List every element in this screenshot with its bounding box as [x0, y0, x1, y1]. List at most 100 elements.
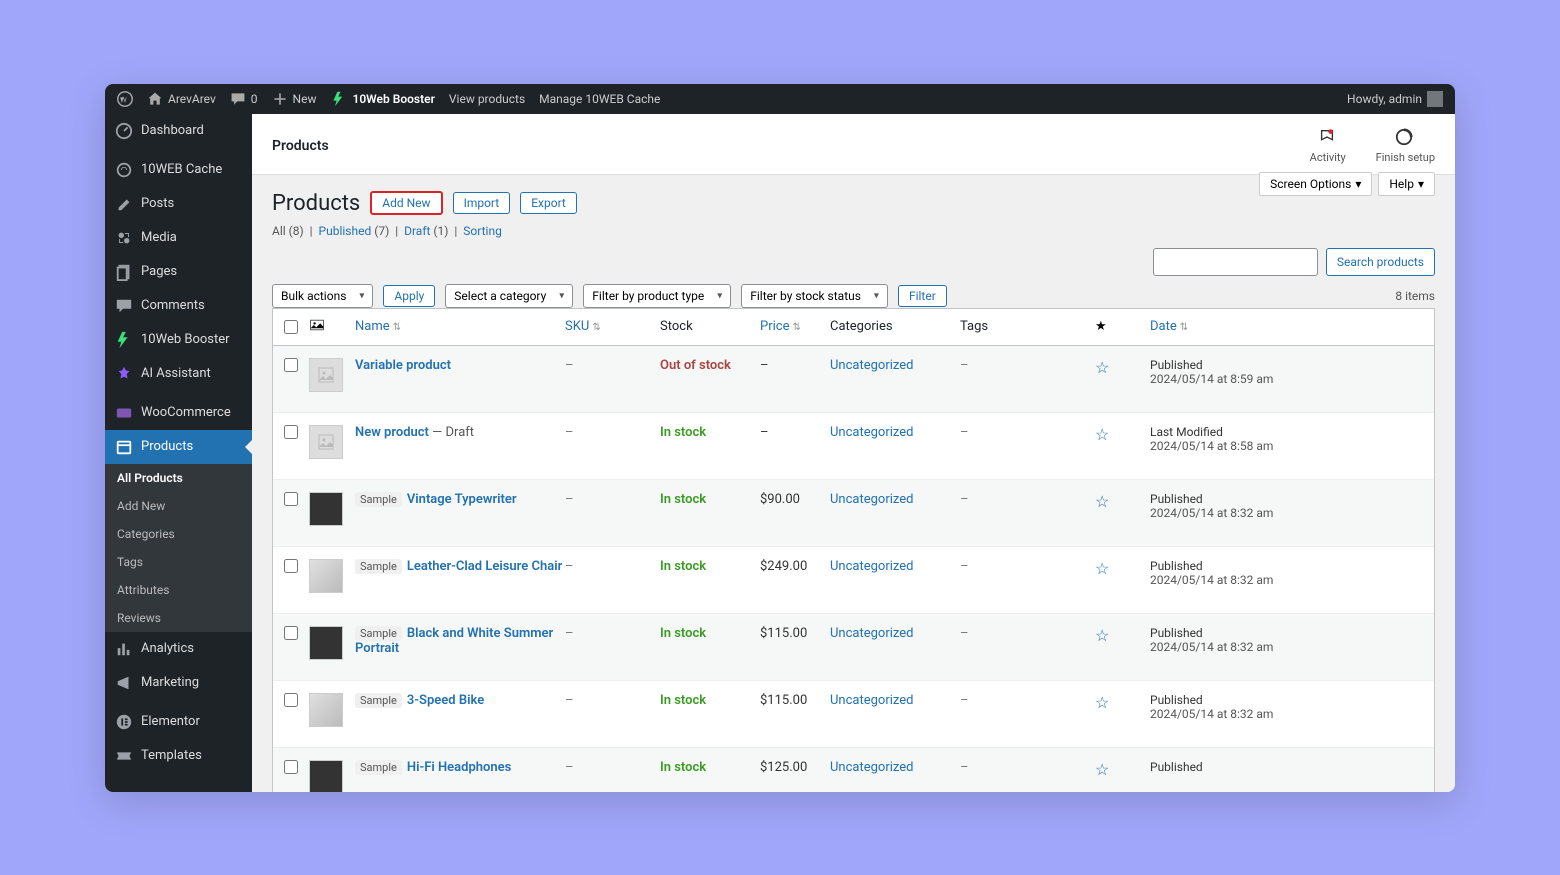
product-thumbnail[interactable] [309, 760, 343, 792]
finish-setup-button[interactable]: Finish setup [1376, 128, 1435, 164]
nav-dashboard[interactable]: Dashboard [105, 114, 252, 148]
setup-icon [1395, 128, 1415, 148]
product-thumbnail[interactable] [309, 559, 343, 593]
new-button[interactable]: New [272, 91, 317, 107]
category-link[interactable]: Uncategorized [830, 358, 960, 373]
category-filter[interactable]: Select a category [445, 284, 573, 308]
product-thumbnail[interactable] [309, 693, 343, 727]
nav-pages[interactable]: Pages [105, 255, 252, 289]
help-tab[interactable]: Help ▾ [1378, 172, 1435, 196]
sample-badge: Sample [355, 492, 402, 507]
row-checkbox[interactable] [284, 425, 298, 439]
product-name-link[interactable]: Leather-Clad Leisure Chair [407, 559, 562, 574]
apply-button[interactable]: Apply [383, 285, 435, 307]
featured-toggle[interactable]: ☆ [1095, 492, 1150, 511]
date-cell: Published2024/05/14 at 8:32 am [1150, 693, 1424, 721]
product-thumbnail[interactable] [309, 626, 343, 660]
activity-button[interactable]: Activity [1310, 128, 1346, 164]
category-link[interactable]: Uncategorized [830, 626, 960, 641]
screen-options-tab[interactable]: Screen Options ▾ [1259, 172, 1372, 196]
submenu-add-new[interactable]: Add New [105, 492, 252, 520]
date-cell: Published2024/05/14 at 8:32 am [1150, 492, 1424, 520]
add-new-button[interactable]: Add New [370, 191, 442, 215]
stock-cell: In stock [660, 425, 760, 440]
import-button[interactable]: Import [453, 192, 511, 214]
status-filter-row: All (8) | Published (7) | Draft (1) | So… [272, 224, 1435, 238]
category-link[interactable]: Uncategorized [830, 425, 960, 440]
product-name-link[interactable]: Vintage Typewriter [407, 492, 517, 507]
admin-toolbar: ArevArev 0 New 10Web Booster View produc… [105, 84, 1455, 114]
nav-10web-cache[interactable]: 10WEB Cache [105, 153, 252, 187]
nav-comments[interactable]: Comments [105, 289, 252, 323]
export-button[interactable]: Export [520, 192, 577, 214]
submenu-tags[interactable]: Tags [105, 548, 252, 576]
nav-media[interactable]: Media [105, 221, 252, 255]
view-products-link[interactable]: View products [449, 92, 525, 106]
filter-sorting[interactable]: Sorting [463, 224, 502, 238]
nav-elementor[interactable]: Elementor [105, 705, 252, 739]
header-title: Products [272, 138, 329, 154]
search-button[interactable]: Search products [1326, 248, 1435, 276]
featured-toggle[interactable]: ☆ [1095, 760, 1150, 779]
site-link[interactable]: ArevArev [147, 91, 216, 107]
filter-draft[interactable]: Draft (1) [404, 224, 448, 238]
select-all-checkbox[interactable] [284, 320, 298, 334]
product-thumbnail[interactable] [309, 492, 343, 526]
manage-cache-link[interactable]: Manage 10WEB Cache [539, 92, 660, 106]
featured-toggle[interactable]: ☆ [1095, 693, 1150, 712]
product-thumbnail[interactable] [309, 358, 343, 392]
product-name-link[interactable]: 3-Speed Bike [407, 693, 484, 708]
featured-toggle[interactable]: ☆ [1095, 626, 1150, 645]
nav-posts[interactable]: Posts [105, 187, 252, 221]
howdy-link[interactable]: Howdy, admin [1347, 91, 1443, 107]
col-sku[interactable]: SKU [565, 319, 660, 334]
nav-woocommerce[interactable]: WooCommerce [105, 396, 252, 430]
category-link[interactable]: Uncategorized [830, 693, 960, 708]
nav-templates[interactable]: Templates [105, 739, 252, 773]
submenu-reviews[interactable]: Reviews [105, 604, 252, 632]
search-input[interactable] [1153, 248, 1318, 276]
submenu-all-products[interactable]: All Products [105, 464, 252, 492]
bulk-actions-select[interactable]: Bulk actions [272, 284, 373, 308]
comments-link[interactable]: 0 [230, 91, 258, 107]
col-date[interactable]: Date [1150, 319, 1424, 334]
sku-cell: – [565, 492, 660, 507]
featured-toggle[interactable]: ☆ [1095, 358, 1150, 377]
submenu-attributes[interactable]: Attributes [105, 576, 252, 604]
nav-ai-assistant[interactable]: AI Assistant [105, 357, 252, 391]
product-name-link[interactable]: New product [355, 425, 429, 440]
col-price[interactable]: Price [760, 319, 830, 334]
category-link[interactable]: Uncategorized [830, 492, 960, 507]
products-submenu: All Products Add New Categories Tags Att… [105, 464, 252, 632]
nav-booster[interactable]: 10Web Booster [105, 323, 252, 357]
row-checkbox[interactable] [284, 626, 298, 640]
submenu-categories[interactable]: Categories [105, 520, 252, 548]
featured-toggle[interactable]: ☆ [1095, 559, 1150, 578]
row-checkbox[interactable] [284, 693, 298, 707]
stock-filter[interactable]: Filter by stock status [741, 284, 888, 308]
col-name[interactable]: Name [355, 319, 565, 334]
filter-published[interactable]: Published (7) [319, 224, 390, 238]
nav-analytics[interactable]: Analytics [105, 632, 252, 666]
row-checkbox[interactable] [284, 492, 298, 506]
booster-link[interactable]: 10Web Booster [330, 91, 434, 107]
row-checkbox[interactable] [284, 559, 298, 573]
filter-button[interactable]: Filter [898, 285, 947, 307]
sku-cell: – [565, 693, 660, 708]
product-name-link[interactable]: Variable product [355, 358, 451, 373]
category-link[interactable]: Uncategorized [830, 760, 960, 775]
price-cell: – [760, 358, 830, 373]
row-checkbox[interactable] [284, 760, 298, 774]
category-link[interactable]: Uncategorized [830, 559, 960, 574]
nav-products[interactable]: Products [105, 430, 252, 464]
nav-marketing[interactable]: Marketing [105, 666, 252, 700]
featured-toggle[interactable]: ☆ [1095, 425, 1150, 444]
stock-cell: In stock [660, 626, 760, 641]
product-name-link[interactable]: Hi-Fi Headphones [407, 760, 511, 775]
filter-all[interactable]: All (8) [272, 224, 304, 238]
product-thumbnail[interactable] [309, 425, 343, 459]
wp-logo[interactable] [117, 91, 133, 107]
product-type-filter[interactable]: Filter by product type [583, 284, 731, 308]
sample-badge: Sample [355, 626, 402, 641]
row-checkbox[interactable] [284, 358, 298, 372]
